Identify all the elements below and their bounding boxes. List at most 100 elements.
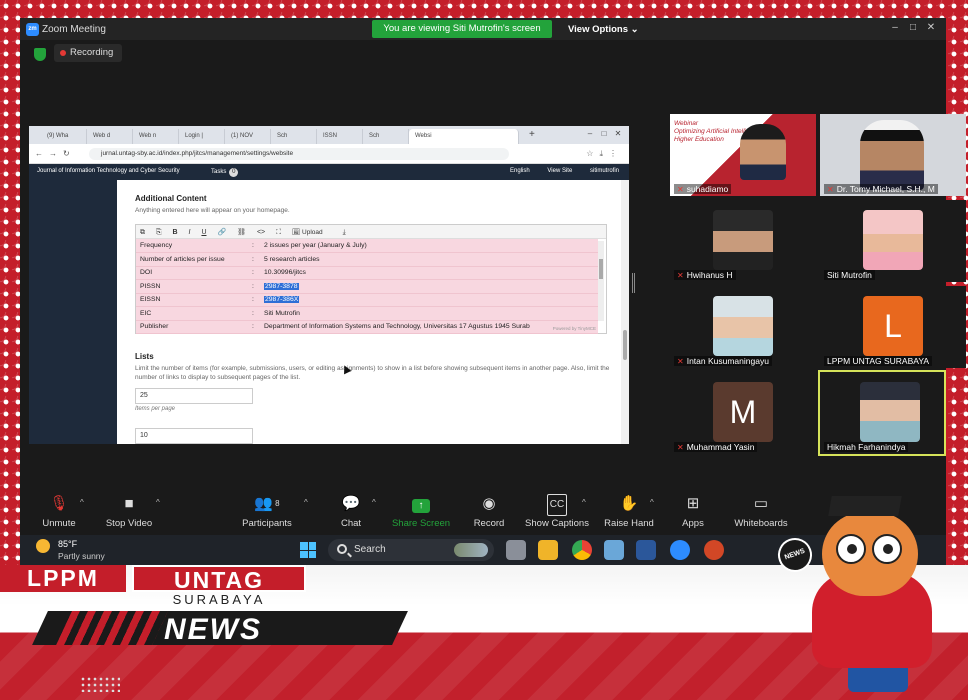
chevron-up-icon[interactable]: ^ xyxy=(304,498,308,507)
download-icon[interactable]: ⤓ xyxy=(343,229,346,237)
paste-icon[interactable]: ⎘ xyxy=(156,229,162,237)
participant-tile[interactable]: ✕ Intan Kusumaningayu xyxy=(670,286,816,368)
forward-icon[interactable]: → xyxy=(49,149,63,158)
view-site-link[interactable]: View Site xyxy=(547,168,572,174)
new-tab-icon[interactable]: + xyxy=(529,129,535,140)
share-screen-button[interactable]: ↑ Share Screen xyxy=(386,494,456,529)
star-icon[interactable]: ☆ xyxy=(586,149,599,158)
participants-button[interactable]: 👥 8 Participants xyxy=(232,494,302,529)
browser-tab[interactable]: Web n xyxy=(133,129,179,144)
share-screen-label: Share Screen xyxy=(391,518,451,529)
address-bar: ← → ↻ jurnal.untag-sby.ac.id/index.php/jit… xyxy=(29,144,629,164)
language-link[interactable]: English xyxy=(510,168,530,174)
participant-tile[interactable]: Webinar Optimizing Artificial Intelligenc… xyxy=(670,114,816,196)
browser-tab[interactable]: ISSN xyxy=(317,129,363,144)
browser-tab[interactable]: Sch xyxy=(363,129,409,144)
table-row: PISSN:2987-3878 xyxy=(136,279,598,294)
word-icon[interactable] xyxy=(636,540,656,560)
chat-label: Chat xyxy=(340,518,362,529)
link-icon[interactable]: 🔗 xyxy=(217,228,226,236)
url-field[interactable]: jurnal.untag-sby.ac.id/index.php/jitcs/m… xyxy=(89,148,509,160)
photos-icon[interactable] xyxy=(604,540,624,560)
page-links-input[interactable]: 10 xyxy=(135,428,253,444)
code-icon[interactable]: <> xyxy=(257,229,265,236)
user-link[interactable]: sitimutrofin xyxy=(590,168,619,174)
reload-icon[interactable]: ↻ xyxy=(63,149,77,158)
zoom-app-icon[interactable] xyxy=(670,540,690,560)
menu-icon[interactable]: ⋮ xyxy=(609,149,623,158)
chevron-up-icon[interactable]: ^ xyxy=(372,498,376,507)
participants-icon: 👥 8 xyxy=(254,495,280,512)
underline-icon[interactable]: U xyxy=(201,229,206,236)
tasks-count-badge: 0 xyxy=(229,168,239,177)
page-scrollbar[interactable] xyxy=(621,180,629,444)
minimize-icon[interactable]: – xyxy=(583,129,597,138)
participant-tile-active-speaker[interactable]: Hikmah Farhanindya xyxy=(818,370,946,456)
close-icon[interactable]: ✕ xyxy=(611,129,625,138)
editor-scrollbar[interactable] xyxy=(598,241,604,321)
raise-hand-label: Raise Hand xyxy=(604,518,654,529)
close-icon[interactable]: ✕ xyxy=(922,22,940,33)
minimize-icon[interactable]: – xyxy=(886,22,904,33)
chevron-up-icon[interactable]: ^ xyxy=(156,498,160,507)
page-scroll-thumb[interactable] xyxy=(623,330,627,360)
items-per-page-input[interactable]: 25 xyxy=(135,388,253,404)
upload-button[interactable]: 🖼 Upload xyxy=(292,228,332,236)
participant-name: ✕ Dr. Tomy Michael, S.H., M xyxy=(824,184,938,194)
powerpoint-icon[interactable] xyxy=(704,540,724,560)
apps-button[interactable]: ⊞ Apps xyxy=(658,494,728,529)
browser-tab[interactable]: (9) Wha xyxy=(41,129,87,144)
maximize-icon[interactable]: □ xyxy=(904,22,922,33)
record-icon: ◉ xyxy=(482,495,496,512)
browser-tab[interactable]: Login | xyxy=(179,129,225,144)
journal-name[interactable]: Journal of Information Technology and Cy… xyxy=(37,168,180,174)
editor-scroll-thumb[interactable] xyxy=(599,259,603,279)
rich-text-editor[interactable]: ⧉ ⎘ B I U 🔗 ⛓ <> ⛶ 🖼 Upload ⤓ Frequency:… xyxy=(135,224,607,334)
cc-text: CC xyxy=(546,494,568,516)
maximize-icon[interactable]: □ xyxy=(597,129,611,138)
fullscreen-icon[interactable]: ⛶ xyxy=(276,229,281,237)
chevron-up-icon[interactable]: ^ xyxy=(582,498,586,507)
record-button[interactable]: ◉ Record xyxy=(454,494,524,529)
brand-untag: UNTAG xyxy=(132,565,306,593)
participant-video xyxy=(860,120,924,190)
tasks-button[interactable]: Tasks 0 xyxy=(211,168,239,177)
unmute-label: Unmute xyxy=(42,518,76,529)
participant-tile[interactable]: Siti Mutrofin xyxy=(820,200,966,282)
participant-tile[interactable]: M ✕ Muhammad Yasin xyxy=(670,372,816,454)
browser-tab[interactable]: Web d xyxy=(87,129,133,144)
browser-tab[interactable]: Sch xyxy=(271,129,317,144)
chevron-up-icon[interactable]: ^ xyxy=(650,498,654,507)
bold-icon[interactable]: B xyxy=(173,229,178,236)
chevron-up-icon[interactable]: ^ xyxy=(80,498,84,507)
participant-tile[interactable]: ✕ Dr. Tomy Michael, S.H., M xyxy=(820,114,966,196)
download-icon[interactable]: ⤓ xyxy=(599,149,609,158)
weather-widget[interactable]: 85°F Partly sunny xyxy=(36,539,105,561)
file-explorer-icon[interactable] xyxy=(538,540,558,560)
browser-tab-active[interactable]: Websi xyxy=(409,129,519,144)
security-shield-icon[interactable] xyxy=(34,48,46,61)
split-view-handle[interactable] xyxy=(632,273,635,293)
participant-tile[interactable]: ✕ Hwihanus H xyxy=(670,200,816,282)
task-view-icon[interactable] xyxy=(506,540,526,560)
unlink-icon[interactable]: ⛓ xyxy=(237,228,246,236)
italic-icon[interactable]: I xyxy=(189,229,191,236)
weather-description: Partly sunny xyxy=(58,551,105,561)
ojs-sidebar xyxy=(29,180,117,444)
windows-start-icon[interactable] xyxy=(300,542,316,558)
row-key: EIC xyxy=(136,306,252,321)
taskbar-search[interactable]: Search xyxy=(328,539,494,561)
copy-icon[interactable]: ⧉ xyxy=(140,229,145,237)
back-icon[interactable]: ← xyxy=(35,149,49,158)
stop-video-button[interactable]: ■ Stop Video xyxy=(94,494,164,529)
participant-avatar: L xyxy=(863,296,923,356)
chrome-icon[interactable] xyxy=(572,540,592,560)
row-key: PISSN xyxy=(136,279,252,294)
ojs-user-menu: English View Site sitimutrofin xyxy=(494,168,619,174)
view-options-button[interactable]: View Options ⌄ xyxy=(568,24,639,35)
share-screen-icon: ↑ xyxy=(386,494,456,514)
participant-tile[interactable]: L LPPM UNTAG SURABAYA xyxy=(820,286,966,368)
weather-temperature: 85°F xyxy=(58,539,78,549)
recording-indicator[interactable]: Recording xyxy=(54,44,122,62)
browser-tab[interactable]: (1) NOV xyxy=(225,129,271,144)
